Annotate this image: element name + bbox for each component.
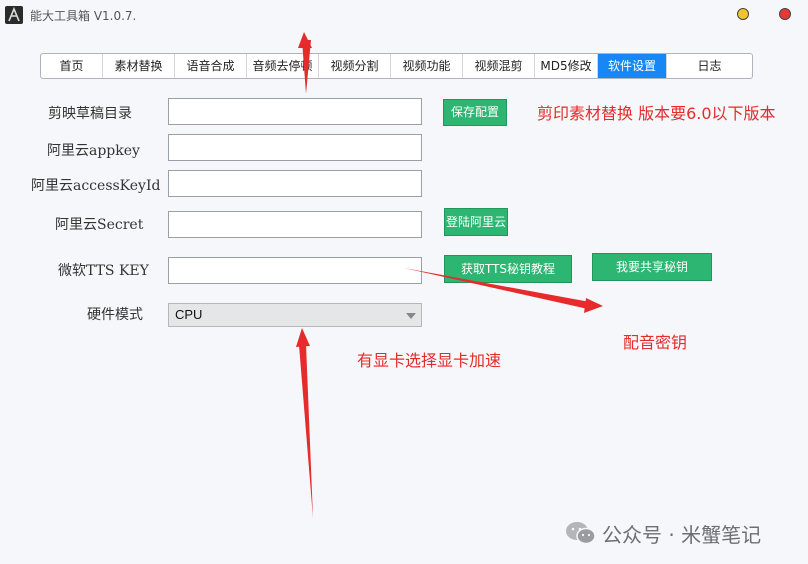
arrow-up-tab-icon: [302, 40, 311, 94]
arrow-up-select-icon: [299, 344, 313, 518]
arrow-tts-to-key-icon: [404, 268, 590, 309]
annotation-arrows: [296, 32, 603, 518]
watermark-text: 公众号 · 米蟹笔记: [602, 523, 762, 547]
wechat-icon: [566, 522, 596, 545]
